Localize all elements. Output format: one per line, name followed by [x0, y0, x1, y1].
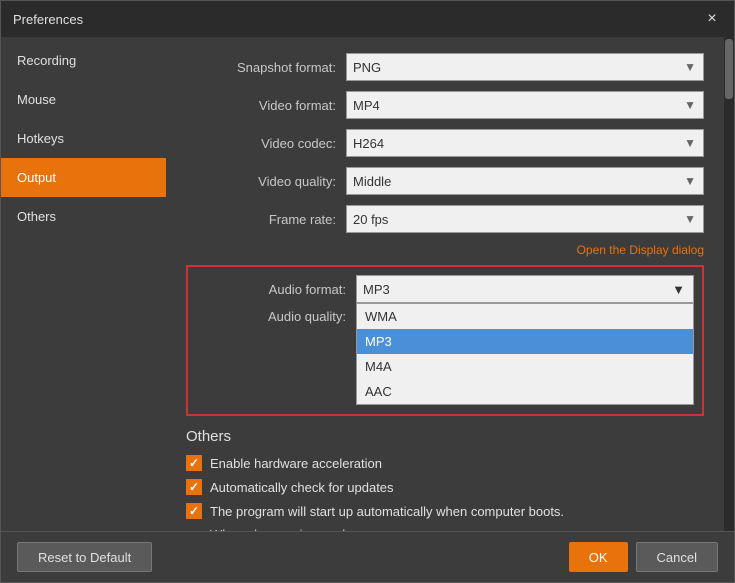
sidebar-item-mouse[interactable]: Mouse: [1, 80, 166, 119]
snapshot-format-label: Snapshot format:: [186, 60, 346, 75]
others-section: Others Enable hardware acceleration Auto…: [186, 428, 704, 531]
audio-quality-label: Audio quality:: [196, 309, 356, 324]
footer-right: OK Cancel: [569, 542, 718, 572]
video-quality-select[interactable]: Low Middle High: [346, 167, 704, 195]
audio-format-row: Audio format: MP3 ▼ WMA MP3 M4A AAC: [196, 275, 694, 303]
video-codec-select[interactable]: H264 H265: [346, 129, 704, 157]
auto-start-label: The program will start up automatically …: [210, 504, 564, 519]
footer: Reset to Default OK Cancel: [1, 531, 734, 582]
snapshot-format-select[interactable]: PNG JPG BMP: [346, 53, 704, 81]
video-codec-label: Video codec:: [186, 136, 346, 151]
dialog-title: Preferences: [13, 12, 83, 27]
sidebar-item-others[interactable]: Others: [1, 197, 166, 236]
video-codec-row: Video codec: H264 H265 ▼: [186, 129, 704, 157]
title-bar: Preferences ×: [1, 1, 734, 37]
snapshot-format-select-wrapper: PNG JPG BMP ▼: [346, 53, 704, 81]
open-display-dialog-link[interactable]: Open the Display dialog: [186, 243, 704, 257]
audio-format-display[interactable]: MP3 ▼: [356, 275, 694, 303]
auto-start-row: The program will start up automatically …: [186, 503, 704, 519]
scrollbar-thumb[interactable]: [725, 39, 733, 99]
snapshot-format-row: Snapshot format: PNG JPG BMP ▼: [186, 53, 704, 81]
auto-start-checkbox[interactable]: [186, 503, 202, 519]
dropdown-option-m4a[interactable]: M4A: [357, 354, 693, 379]
sidebar-item-output[interactable]: Output: [1, 158, 166, 197]
dropdown-option-wma[interactable]: WMA: [357, 304, 693, 329]
frame-rate-row: Frame rate: 15 fps 20 fps 25 fps 30 fps …: [186, 205, 704, 233]
main-panel: Snapshot format: PNG JPG BMP ▼ Video for…: [166, 37, 724, 531]
cancel-button[interactable]: Cancel: [636, 542, 718, 572]
video-quality-label: Video quality:: [186, 174, 346, 189]
dialog-content: Recording Mouse Hotkeys Output Others Sn…: [1, 37, 734, 531]
frame-rate-label: Frame rate:: [186, 212, 346, 227]
dropdown-option-mp3[interactable]: MP3: [357, 329, 693, 354]
audio-format-select-wrapper: MP3 ▼ WMA MP3 M4A AAC: [356, 275, 694, 303]
video-quality-row: Video quality: Low Middle High ▼: [186, 167, 704, 195]
hardware-acceleration-row: Enable hardware acceleration: [186, 455, 704, 471]
ok-button[interactable]: OK: [569, 542, 628, 572]
audio-section: Audio format: MP3 ▼ WMA MP3 M4A AAC: [186, 265, 704, 416]
frame-rate-select-wrapper: 15 fps 20 fps 25 fps 30 fps ▼: [346, 205, 704, 233]
auto-check-updates-label: Automatically check for updates: [210, 480, 394, 495]
sidebar-item-hotkeys[interactable]: Hotkeys: [1, 119, 166, 158]
video-format-label: Video format:: [186, 98, 346, 113]
sidebar-item-recording[interactable]: Recording: [1, 41, 166, 80]
sidebar: Recording Mouse Hotkeys Output Others: [1, 37, 166, 531]
auto-check-updates-checkbox[interactable]: [186, 479, 202, 495]
hardware-acceleration-checkbox[interactable]: [186, 455, 202, 471]
frame-rate-select[interactable]: 15 fps 20 fps 25 fps 30 fps: [346, 205, 704, 233]
video-quality-select-wrapper: Low Middle High ▼: [346, 167, 704, 195]
video-format-row: Video format: MP4 AVI MOV ▼: [186, 91, 704, 119]
auto-check-updates-row: Automatically check for updates: [186, 479, 704, 495]
audio-format-label: Audio format:: [196, 282, 356, 297]
close-button[interactable]: ×: [702, 9, 722, 29]
audio-format-arrow-icon: ▼: [672, 282, 685, 297]
preferences-dialog: Preferences × Recording Mouse Hotkeys Ou…: [0, 0, 735, 583]
hardware-acceleration-label: Enable hardware acceleration: [210, 456, 382, 471]
others-title: Others: [186, 428, 704, 445]
scrollbar[interactable]: [724, 37, 734, 531]
video-format-select-wrapper: MP4 AVI MOV ▼: [346, 91, 704, 119]
video-codec-select-wrapper: H264 H265 ▼: [346, 129, 704, 157]
video-format-select[interactable]: MP4 AVI MOV: [346, 91, 704, 119]
dropdown-option-aac[interactable]: AAC: [357, 379, 693, 404]
reset-to-default-button[interactable]: Reset to Default: [17, 542, 152, 572]
audio-format-dropdown: WMA MP3 M4A AAC: [356, 303, 694, 405]
